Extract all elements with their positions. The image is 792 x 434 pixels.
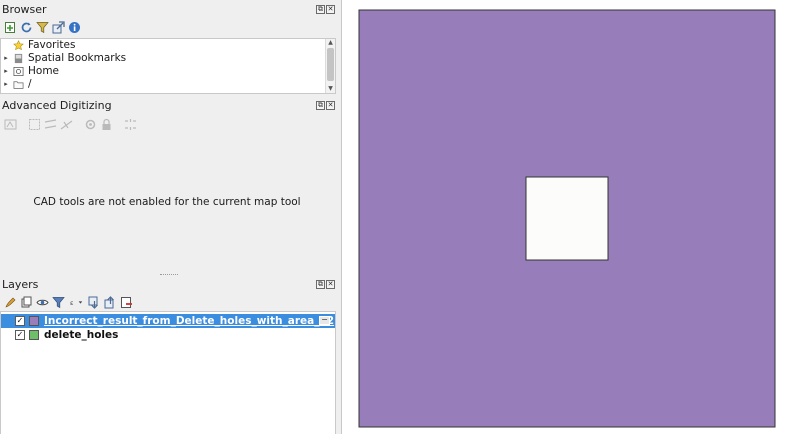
- construction-mode-icon[interactable]: [27, 117, 41, 131]
- properties-info-icon[interactable]: [67, 20, 81, 34]
- add-group-icon[interactable]: [19, 295, 33, 309]
- home-icon: [12, 66, 24, 77]
- add-layer-icon[interactable]: [3, 20, 17, 34]
- close-panel-button[interactable]: ✕: [326, 280, 335, 289]
- layer-symbol-swatch: [29, 330, 39, 340]
- tree-label: Favorites: [28, 39, 76, 51]
- svg-text:ε: ε: [70, 299, 74, 307]
- tree-item-root[interactable]: ▸ /: [1, 78, 32, 91]
- layers-toolbar: ε: [0, 292, 338, 312]
- collapse-all-layers-icon[interactable]: [103, 295, 117, 309]
- digitizing-panel-title: Advanced Digitizing: [2, 99, 112, 112]
- digitizing-panel-buttons: ⧉ ✕: [316, 101, 335, 110]
- parallel-icon[interactable]: [43, 117, 57, 131]
- lock-constraint-icon[interactable]: [99, 117, 113, 131]
- cad-disabled-message: CAD tools are not enabled for the curren…: [33, 196, 301, 208]
- layer-symbol-swatch: [29, 316, 39, 326]
- tree-label: Home: [28, 65, 60, 77]
- float-panel-button[interactable]: ⧉: [316, 280, 325, 289]
- layer-visibility-checkbox[interactable]: ✓: [15, 316, 25, 326]
- digitizing-toolbar: [0, 114, 338, 134]
- layer-name: delete_holes: [44, 329, 119, 341]
- layer-styling-icon[interactable]: [3, 295, 17, 309]
- tree-item-spatial-bookmarks[interactable]: ▸ Spatial Bookmarks: [1, 52, 126, 65]
- panel-splitter-handle[interactable]: [160, 274, 178, 276]
- expand-arrow-icon[interactable]: ▸: [2, 65, 10, 78]
- layers-panel-title: Layers: [2, 278, 39, 291]
- remove-layer-icon[interactable]: [119, 295, 133, 309]
- collapse-layer-icon[interactable]: −: [319, 316, 330, 325]
- filter-legend-icon[interactable]: [51, 295, 65, 309]
- layers-panel-buttons: ⧉ ✕: [316, 280, 335, 289]
- scrollbar-thumb[interactable]: [327, 48, 334, 81]
- float-panel-button[interactable]: ⧉: [316, 101, 325, 110]
- scroll-up-button[interactable]: ▲: [326, 39, 335, 47]
- map-render[interactable]: [342, 0, 792, 434]
- browser-panel-buttons: ⧉ ✕: [316, 5, 335, 14]
- expand-all-icon[interactable]: [87, 295, 101, 309]
- expand-arrow-icon[interactable]: ▸: [2, 78, 10, 91]
- bookmark-icon: [12, 53, 24, 64]
- snapping-settings-icon[interactable]: [83, 117, 97, 131]
- layer-row-delete-holes[interactable]: ✓ delete_holes: [1, 328, 335, 342]
- map-canvas[interactable]: [341, 0, 792, 434]
- browser-scrollbar[interactable]: ▲ ▼: [325, 39, 335, 93]
- browser-panel-title: Browser: [2, 3, 47, 16]
- expand-arrow-icon[interactable]: ▸: [2, 52, 10, 65]
- polygon-hole: [525, 176, 609, 261]
- layers-tree[interactable]: ✓ Incorrect_result_from_Delete_holes_wit…: [0, 311, 336, 434]
- layer-row-incorrect-result[interactable]: ✓ Incorrect_result_from_Delete_holes_wit…: [1, 314, 335, 328]
- filter-icon[interactable]: [35, 20, 49, 34]
- enable-cad-icon[interactable]: [3, 117, 17, 131]
- tree-item-favorites[interactable]: Favorites: [1, 39, 75, 52]
- floater-icon[interactable]: [123, 117, 137, 131]
- refresh-icon[interactable]: [19, 20, 33, 34]
- folder-icon: [12, 79, 24, 90]
- tree-label: /: [28, 78, 32, 90]
- tree-label: Spatial Bookmarks: [28, 52, 127, 64]
- scroll-down-button[interactable]: ▼: [326, 85, 335, 93]
- layer-name: Incorrect_result_from_Delete_holes_with_…: [44, 315, 335, 327]
- left-dock: Browser ⧉ ✕ Favorites ▸ Spatial Bookmark…: [0, 0, 338, 434]
- float-panel-button[interactable]: ⧉: [316, 5, 325, 14]
- manage-visibility-icon[interactable]: [35, 295, 49, 309]
- layer-visibility-checkbox[interactable]: ✓: [15, 330, 25, 340]
- tree-item-home[interactable]: ▸ Home: [1, 65, 59, 78]
- perpendicular-icon[interactable]: [59, 117, 73, 131]
- close-panel-button[interactable]: ✕: [326, 5, 335, 14]
- star-icon: [12, 40, 24, 51]
- browser-tree[interactable]: Favorites ▸ Spatial Bookmarks ▸ Home ▸ /…: [0, 38, 336, 94]
- close-panel-button[interactable]: ✕: [326, 101, 335, 110]
- collapse-all-icon[interactable]: [51, 20, 65, 34]
- browser-toolbar: [0, 17, 338, 37]
- filter-expression-icon[interactable]: ε: [67, 295, 85, 309]
